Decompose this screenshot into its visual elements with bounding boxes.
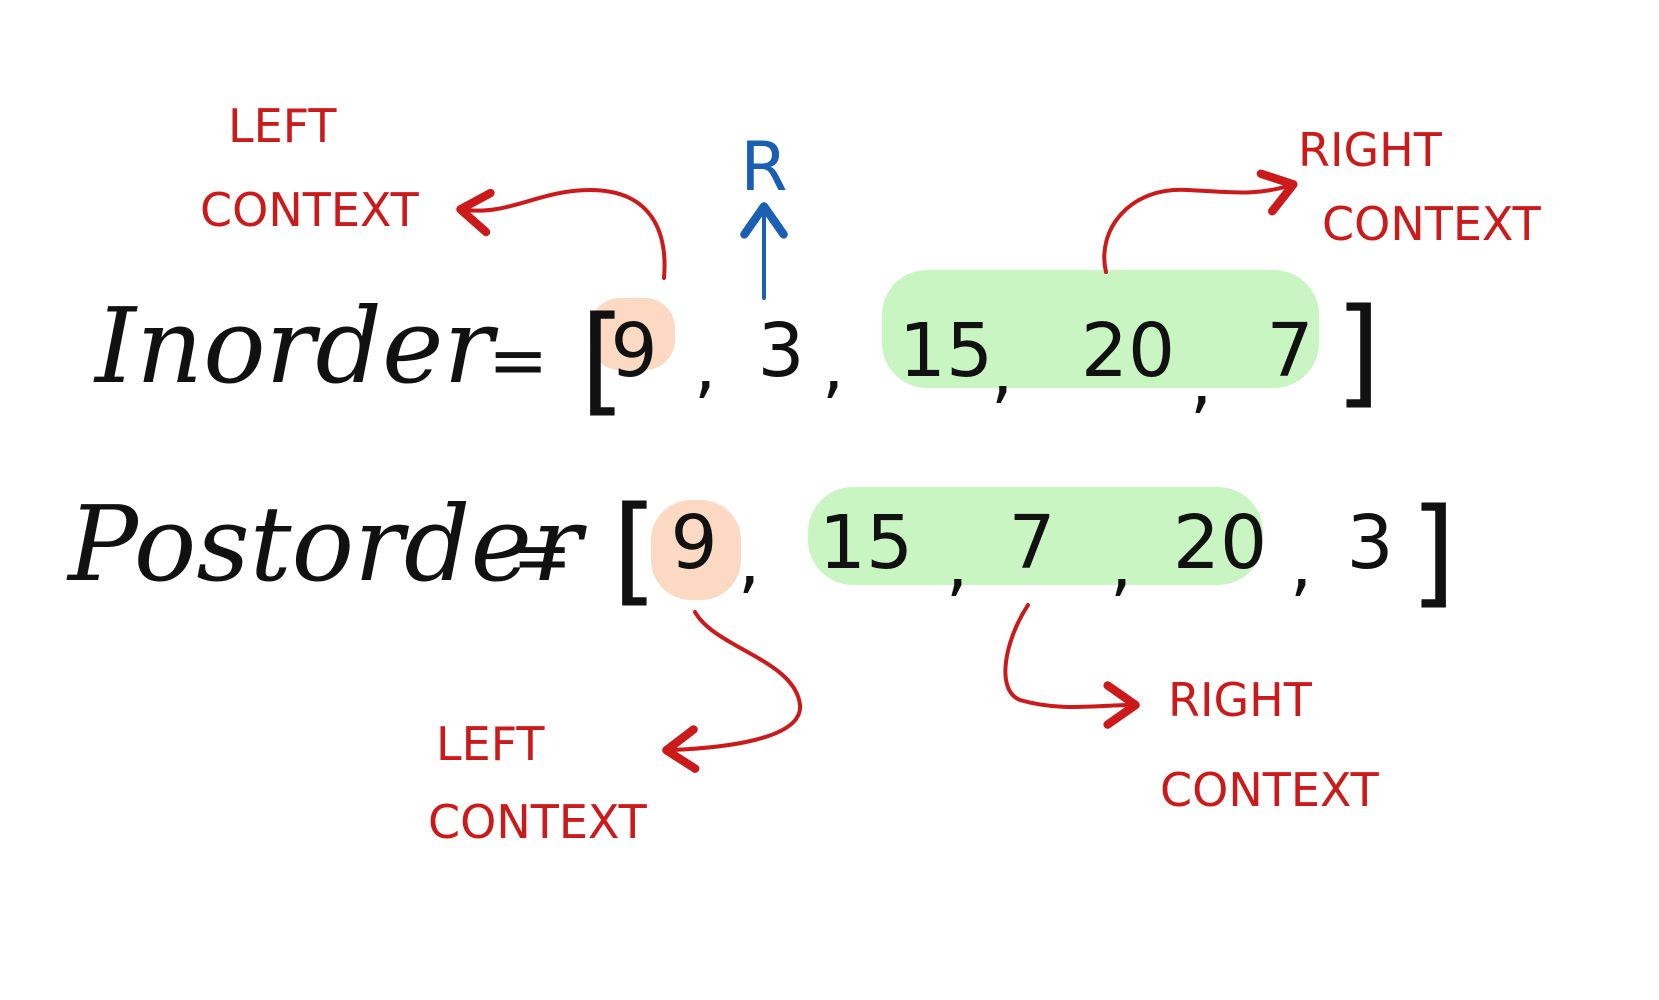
postorder-row: Postorder = [ 9 , 15 , 7 , 20 , 3 ] <box>66 480 1456 620</box>
postorder-comma: , <box>1290 523 1312 605</box>
postorder-comma: , <box>738 520 760 602</box>
annotation-line: CONTEXT <box>428 795 648 849</box>
inorder-left-arrow <box>456 187 667 280</box>
inorder-value: 9 <box>610 308 657 394</box>
postorder-left-arrow <box>662 610 803 773</box>
annotation-line: CONTEXT <box>1160 763 1380 817</box>
annotation-line: RIGHT <box>1168 673 1313 727</box>
inorder-left-annotation: LEFT CONTEXT <box>200 99 420 237</box>
annotation-line: RIGHT <box>1298 123 1443 177</box>
annotation-line: LEFT <box>228 99 337 153</box>
postorder-equals: = <box>512 513 572 597</box>
inorder-comma: , <box>822 325 844 407</box>
traversal-diagram: Inorder = [ 9 , 3 , 15 , 20 , 7 ] Postor… <box>66 99 1542 849</box>
inorder-label: Inorder <box>93 285 499 407</box>
annotation-line: CONTEXT <box>200 183 420 237</box>
postorder-value: 7 <box>1008 500 1055 586</box>
inorder-right-arrow <box>1102 169 1298 274</box>
inorder-value: 20 <box>1081 308 1175 394</box>
root-marker-label: R <box>740 128 787 207</box>
postorder-comma: , <box>1110 523 1132 605</box>
postorder-close-bracket: ] <box>1410 482 1456 620</box>
postorder-right-arrow <box>1003 603 1140 729</box>
inorder-value: 15 <box>899 308 993 394</box>
postorder-open-bracket: [ <box>612 480 658 618</box>
root-marker: R <box>740 128 788 300</box>
postorder-left-annotation: LEFT CONTEXT <box>428 717 648 849</box>
annotation-line: CONTEXT <box>1322 197 1542 251</box>
inorder-value: 3 <box>757 308 804 394</box>
postorder-right-annotation: RIGHT CONTEXT <box>1160 673 1380 817</box>
inorder-comma: , <box>991 330 1013 412</box>
postorder-comma: , <box>946 523 968 605</box>
postorder-label: Postorder <box>66 483 587 605</box>
postorder-value: 20 <box>1173 500 1267 586</box>
inorder-close-bracket: ] <box>1335 282 1381 420</box>
postorder-value: 3 <box>1346 500 1393 586</box>
inorder-right-annotation: RIGHT CONTEXT <box>1298 123 1542 251</box>
postorder-value: 9 <box>670 500 717 586</box>
inorder-comma: , <box>1190 340 1212 422</box>
inorder-comma: , <box>694 325 716 407</box>
inorder-value: 7 <box>1266 308 1313 394</box>
annotation-line: LEFT <box>436 717 545 771</box>
inorder-equals: = <box>488 318 548 402</box>
postorder-value: 15 <box>819 500 913 586</box>
